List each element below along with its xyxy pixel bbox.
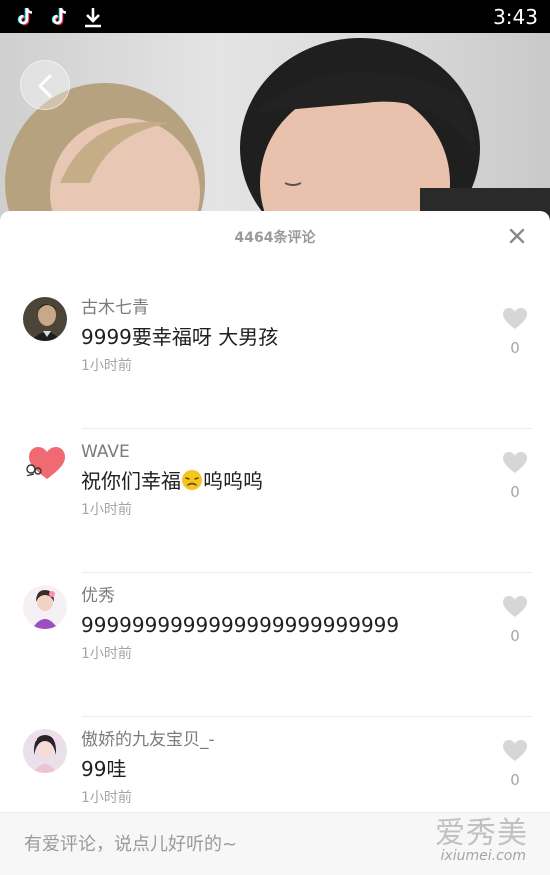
divider	[82, 572, 532, 573]
comment-time: 1小时前	[81, 502, 132, 518]
username[interactable]: 优秀	[81, 585, 115, 607]
comment-time: 1小时前	[81, 646, 132, 662]
clock: 3:43	[493, 5, 538, 29]
username[interactable]: 傲娇的九友宝贝_-	[81, 729, 215, 751]
avatar[interactable]	[23, 729, 67, 773]
like-count: 0	[510, 339, 520, 357]
comment-text: 9999999999999999999999999	[81, 613, 400, 637]
comment-count: 4464条评论	[234, 230, 316, 246]
heart-icon[interactable]	[502, 307, 528, 331]
status-bar: 3:43	[0, 0, 550, 33]
close-icon[interactable]	[506, 225, 528, 247]
divider	[82, 716, 532, 717]
comment-time: 1小时前	[81, 358, 132, 374]
back-button[interactable]	[20, 60, 70, 110]
tiktok-icon	[51, 7, 67, 26]
comment-text: 9999要幸福呀 大男孩	[81, 325, 279, 349]
comment-text-part: 呜呜呜	[203, 469, 263, 493]
watermark-logo: 爱秀美	[435, 816, 528, 851]
like-count: 0	[510, 627, 520, 645]
avatar[interactable]	[23, 297, 67, 341]
comment-text: 祝你们幸福 呜呜呜	[81, 468, 263, 494]
comment-item[interactable]: 古木七青 9999要幸福呀 大男孩 1小时前 0	[0, 297, 550, 441]
comment-item[interactable]: 优秀 9999999999999999999999999 1小时前 0	[0, 585, 550, 729]
comments-header: 4464条评论	[0, 211, 550, 261]
watermark: 爱秀美 ixiumei.com	[420, 808, 540, 868]
avatar[interactable]	[23, 441, 67, 485]
comment-item[interactable]: WAVE 祝你们幸福 呜呜呜 1小时前 0	[0, 441, 550, 585]
comment-text-part: 祝你们幸福	[81, 469, 181, 493]
comments-panel: 4464条评论 古木七青 9999要幸福呀 大男孩 1小时前 0 WAVE 祝你…	[0, 211, 550, 875]
comment-time: 1小时前	[81, 790, 132, 806]
back-chevron-icon	[38, 74, 52, 98]
like-count: 0	[510, 771, 520, 789]
watermark-url: ixiumei.com	[440, 848, 526, 864]
heart-icon[interactable]	[502, 739, 528, 763]
comment-input[interactable]	[24, 830, 444, 858]
video-frame-image	[5, 38, 550, 223]
download-icon	[85, 8, 101, 28]
like-count: 0	[510, 483, 520, 501]
heart-icon[interactable]	[502, 595, 528, 619]
avatar[interactable]	[23, 585, 67, 629]
username[interactable]: WAVE	[81, 441, 130, 463]
username[interactable]: 古木七青	[81, 297, 149, 319]
sad-face-emoji-icon	[182, 470, 202, 490]
heart-icon[interactable]	[502, 451, 528, 475]
video-background[interactable]	[0, 33, 550, 223]
comment-text: 99哇	[81, 757, 127, 781]
divider	[82, 428, 532, 429]
tiktok-icon	[17, 7, 33, 26]
